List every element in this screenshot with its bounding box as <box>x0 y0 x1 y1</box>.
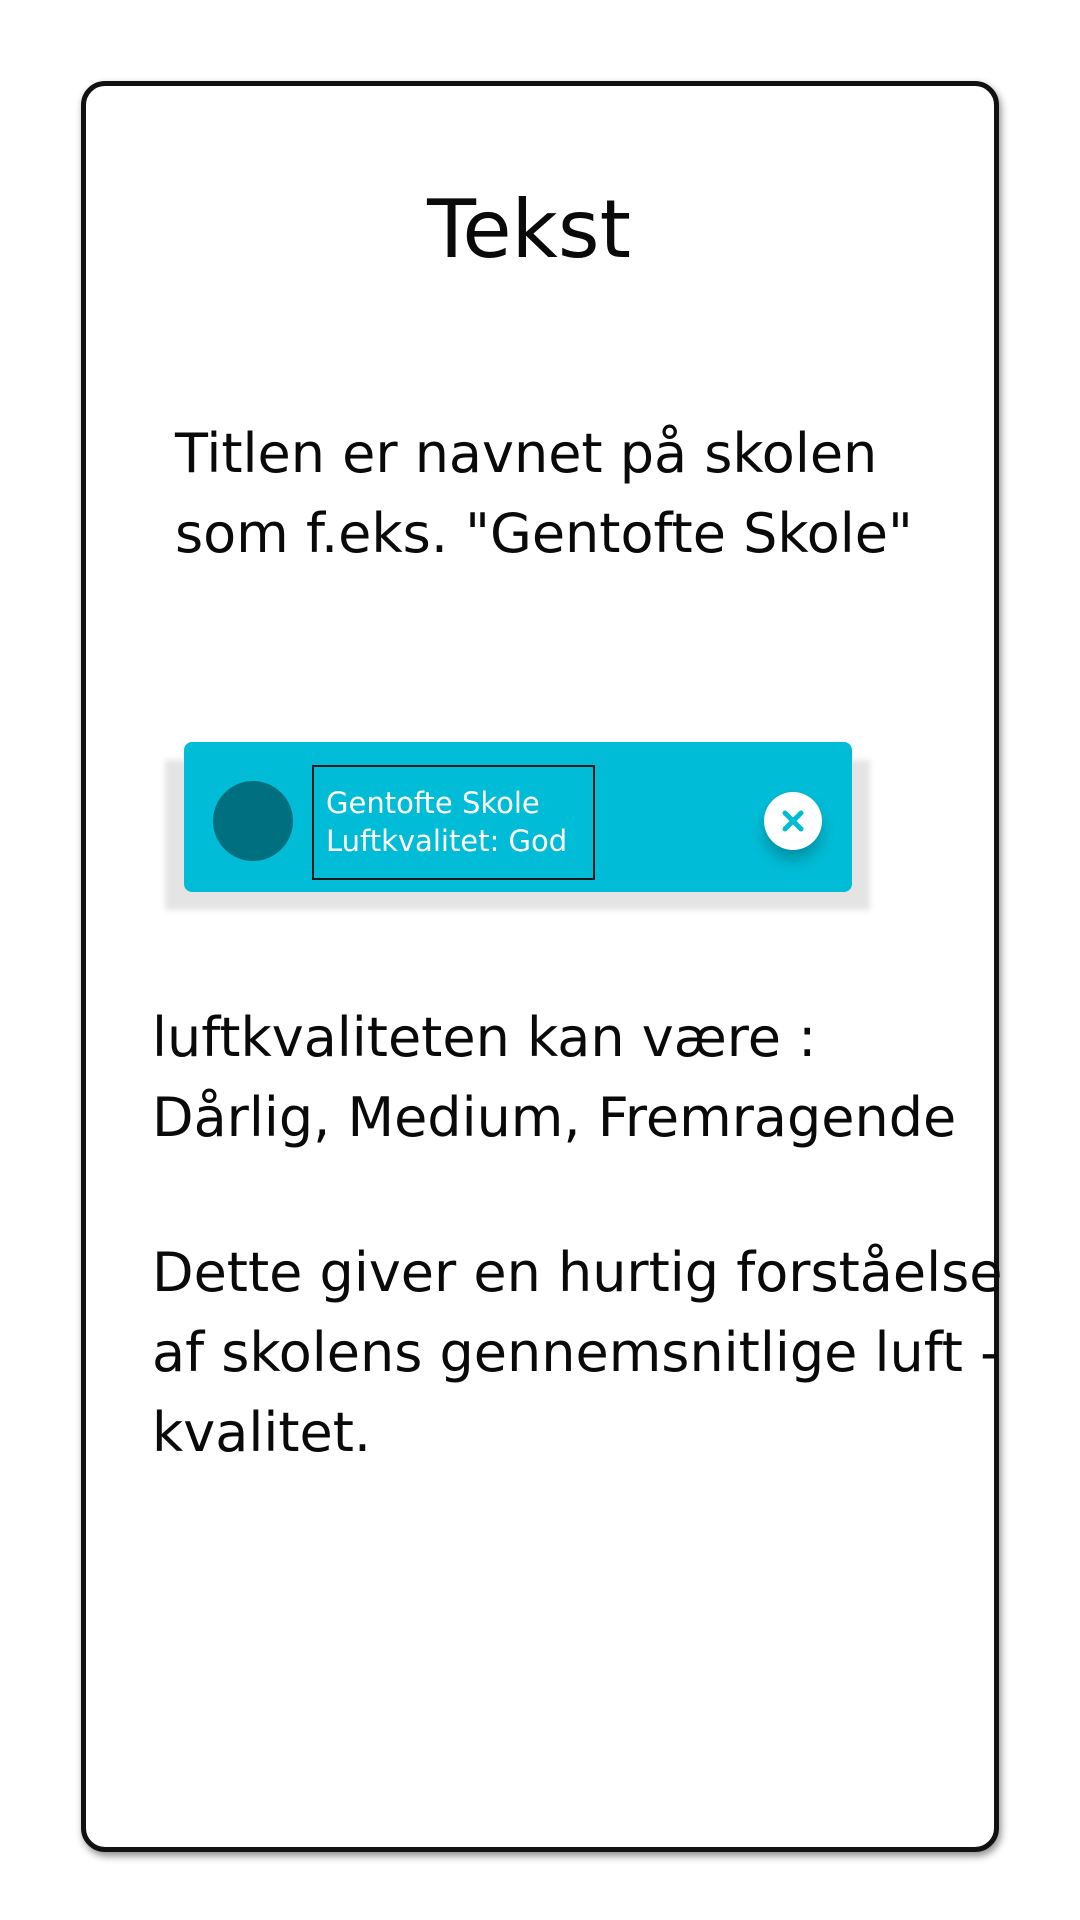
school-card[interactable]: Gentofte Skole Luftkvalitet: God <box>184 742 852 892</box>
explanation-line: Dette giver en hurtig forståelse <box>152 1241 1003 1304</box>
school-name: Gentofte Skole <box>326 786 540 820</box>
close-icon <box>782 810 804 832</box>
intro-text: Titlen er navnet på skolen som f.eks. "G… <box>175 414 913 574</box>
close-button[interactable] <box>764 792 822 850</box>
intro-line: som f.eks. "Gentofte Skole" <box>175 502 913 565</box>
phone-frame <box>81 81 999 1852</box>
school-info: Gentofte Skole Luftkvalitet: God <box>312 765 595 880</box>
page-title: Tekst <box>427 183 631 276</box>
avatar <box>213 781 293 861</box>
intro-line: Titlen er navnet på skolen <box>175 422 878 485</box>
quality-line: luftkvaliteten kan være : <box>152 1006 817 1069</box>
explanation-text: Dette giver en hurtig forståelse af skol… <box>152 1233 1002 1473</box>
explanation-line: af skolens gennemsnitlige luft - <box>152 1321 1000 1384</box>
explanation-line: kvalitet. <box>152 1401 372 1464</box>
quality-line: Dårlig, Medium, Fremragende <box>152 1086 957 1149</box>
quality-text: luftkvaliteten kan være : Dårlig, Medium… <box>152 998 956 1158</box>
air-quality-label: Luftkvalitet: God <box>326 824 568 858</box>
